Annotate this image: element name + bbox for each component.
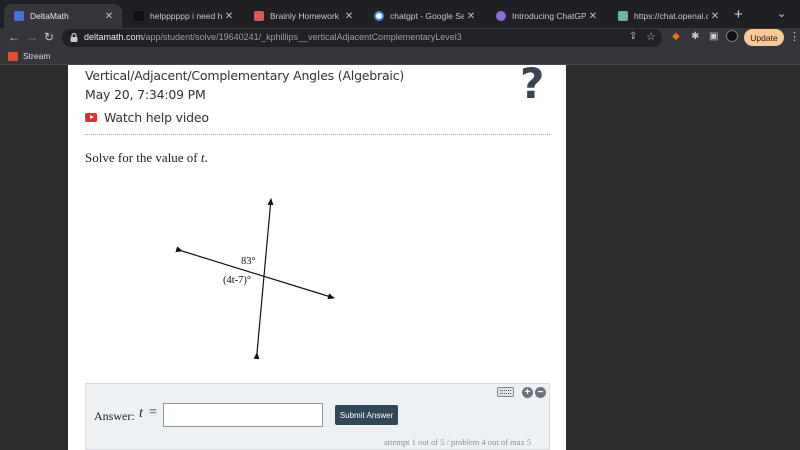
submit-answer-button[interactable]: Submit Answer <box>335 405 398 425</box>
openai-icon <box>496 11 506 21</box>
brainly-icon <box>134 11 144 21</box>
problem-card: Vertical/Adjacent/Complementary Angles (… <box>68 59 566 450</box>
chevron-down-icon[interactable]: ⌄ <box>777 7 786 20</box>
sidebar-icon[interactable]: ▣ <box>709 31 718 42</box>
bookmarks-bar: Stream <box>0 48 800 65</box>
intersecting-lines-diagram <box>175 198 335 360</box>
answer-variable: t <box>139 406 143 421</box>
share-icon[interactable]: ⇪ <box>629 31 637 42</box>
keyboard-icon[interactable] <box>497 387 514 397</box>
close-icon[interactable]: ✕ <box>102 11 116 22</box>
avatar[interactable] <box>726 30 738 42</box>
close-icon[interactable]: ✕ <box>222 11 236 22</box>
puzzle-icon[interactable]: ✱ <box>691 31 699 42</box>
tab-deltamath[interactable]: DeltaMath ✕ <box>4 4 122 28</box>
bookmark-star-icon[interactable]: ☆ <box>646 30 656 43</box>
close-icon[interactable]: ✕ <box>586 11 600 22</box>
angle-label-4t-7: (4t-7)° <box>223 275 252 286</box>
openai-icon <box>618 11 628 21</box>
line-shallow <box>175 246 335 300</box>
zoom-in-icon[interactable]: + <box>522 387 533 398</box>
more-menu-icon[interactable]: ⋮ <box>789 30 800 43</box>
zoom-out-icon[interactable]: − <box>535 387 546 398</box>
browser-toolbar: ← → ↻ deltamath.com/app/student/solve/19… <box>0 28 800 48</box>
update-button[interactable]: Update <box>744 29 784 46</box>
close-icon[interactable]: ✕ <box>342 11 356 22</box>
bookmark-stream[interactable]: Stream <box>8 51 50 61</box>
tab-strip: DeltaMath ✕ helpppppp i need help - ✕ Br… <box>0 0 800 28</box>
tab-google-search[interactable]: chatgpt - Google Search ✕ <box>364 4 484 28</box>
tab-brainly-help[interactable]: Brainly Homework Help - ✕ <box>244 4 362 28</box>
address-bar[interactable]: deltamath.com/app/student/solve/19640241… <box>62 29 662 47</box>
tab-chat-openai[interactable]: https://chat.openai.com ✕ <box>608 4 728 28</box>
angle-label-83: 83° <box>241 256 256 267</box>
deltamath-icon <box>14 11 24 21</box>
lock-icon <box>70 33 78 42</box>
stream-icon <box>8 51 18 61</box>
tab-brainly-question[interactable]: helpppppp i need help - ✕ <box>124 4 242 28</box>
tab-introducing-chatgpt[interactable]: Introducing ChatGPT ✕ <box>486 4 606 28</box>
equals-sign: = <box>149 405 157 420</box>
close-icon[interactable]: ✕ <box>708 11 722 22</box>
page-viewport: Vertical/Adjacent/Complementary Angles (… <box>0 59 800 450</box>
new-tab-icon[interactable]: + <box>734 6 743 23</box>
answer-panel: + − Answer: t = Submit Answer attempt 1 … <box>85 383 550 450</box>
answer-label: Answer: <box>94 409 135 423</box>
google-icon <box>374 11 384 21</box>
close-icon[interactable]: ✕ <box>464 11 478 22</box>
url-text: deltamath.com/app/student/solve/19640241… <box>84 32 462 42</box>
brainly-icon <box>254 11 264 21</box>
attempt-status: attempt 1 out of 5 / problem 4 out of ma… <box>384 437 532 447</box>
metamask-icon[interactable]: ◆ <box>672 31 680 42</box>
reload-icon[interactable]: ↻ <box>44 30 54 44</box>
back-icon[interactable]: ← <box>8 30 20 44</box>
forward-icon[interactable]: → <box>26 30 38 44</box>
answer-input[interactable] <box>163 403 323 427</box>
